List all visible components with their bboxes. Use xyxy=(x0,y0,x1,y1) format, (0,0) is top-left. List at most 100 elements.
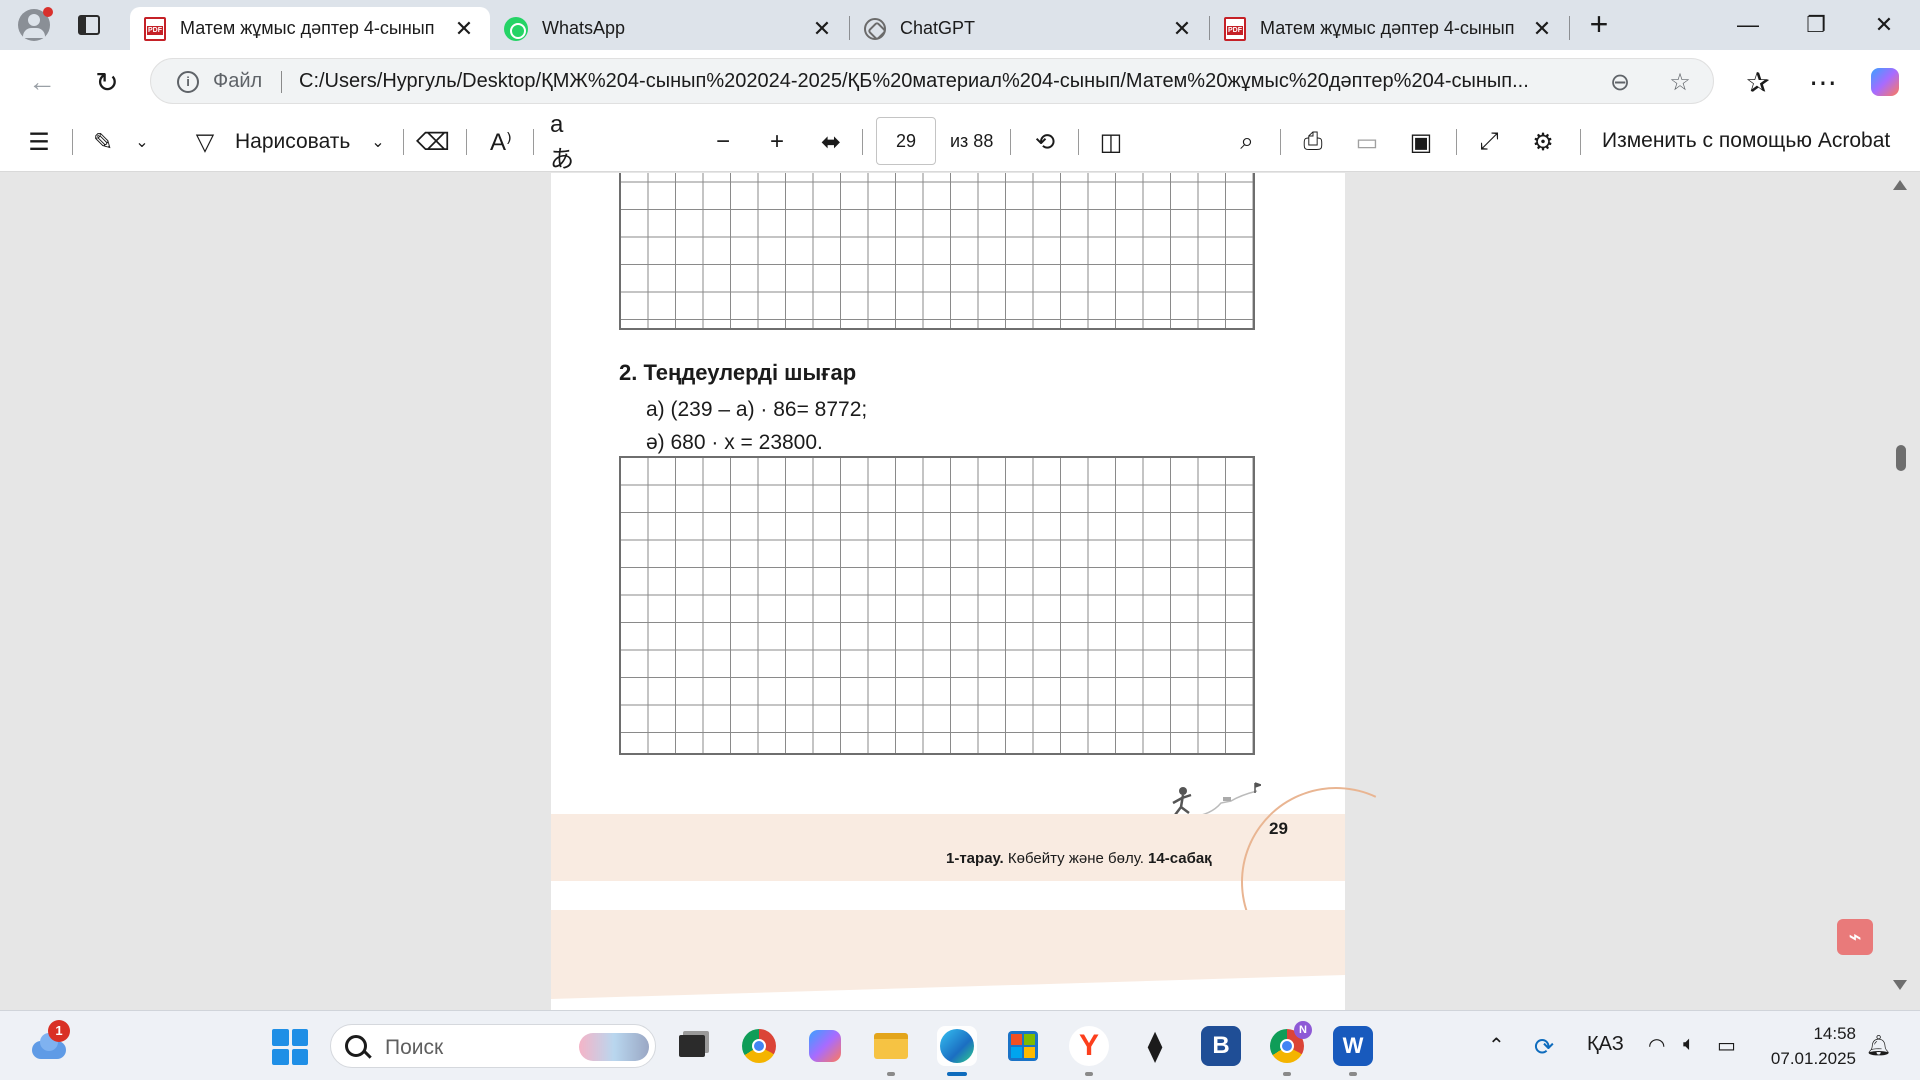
dropbox-icon[interactable]: ⧫ xyxy=(1135,1026,1175,1066)
more-options-icon[interactable]: ⋯ xyxy=(1806,65,1840,99)
microsoft-store-icon[interactable] xyxy=(1003,1026,1043,1066)
refresh-icon[interactable]: ↻ xyxy=(90,65,124,99)
settings-gear-icon[interactable]: ⚙ xyxy=(1528,125,1558,159)
pdf-icon: PDF xyxy=(144,16,166,41)
bilimland-icon[interactable]: B xyxy=(1201,1026,1241,1066)
edit-with-acrobat-button[interactable]: Изменить с помощью Acrobat xyxy=(1602,129,1890,153)
page-number-input[interactable]: 29 xyxy=(876,117,936,165)
language-indicator[interactable]: ҚАЗ xyxy=(1587,1033,1624,1056)
running-indicator xyxy=(1085,1072,1093,1076)
notification-dot xyxy=(43,7,53,17)
draw-icon[interactable]: ▽ xyxy=(190,125,220,159)
fit-width-icon[interactable]: ⬌ xyxy=(816,125,846,159)
tab-separator xyxy=(1569,16,1570,40)
address-bar[interactable]: i Файл C:/Users/Нургуль/Desktop/ҚМЖ%204-… xyxy=(150,58,1714,104)
zoom-in-icon[interactable]: + xyxy=(762,125,792,159)
chrome-icon[interactable] xyxy=(739,1026,779,1066)
notification-bell-icon[interactable]: 🔔︎ xyxy=(1866,1033,1891,1058)
rotate-icon[interactable]: ⟲ xyxy=(1030,125,1060,159)
tab-chatgpt[interactable]: ChatGPT ✕ xyxy=(850,7,1208,50)
wifi-icon[interactable]: ◠ xyxy=(1648,1033,1665,1058)
favorite-star-icon[interactable]: ☆ xyxy=(1665,67,1695,97)
read-aloud-icon[interactable]: A⁾ xyxy=(484,125,518,159)
tray-chevron-up-icon[interactable]: ⌃ xyxy=(1488,1033,1505,1058)
url-text[interactable]: C:/Users/Нургуль/Desktop/ҚМЖ%204-сынып%2… xyxy=(299,70,1529,93)
scroll-up-icon[interactable] xyxy=(1893,180,1907,190)
address-separator xyxy=(281,71,282,93)
footer-topic: Көбейту және бөлу. xyxy=(1007,850,1144,867)
toolbar-separator xyxy=(533,129,534,155)
footer-lesson: 14-сабақ xyxy=(1148,850,1212,867)
tab-pdf-2[interactable]: PDF Матем жұмыс дәптер 4-сынып ✕ xyxy=(1210,7,1568,50)
scrollbar-thumb[interactable] xyxy=(1896,445,1906,471)
page-footer-text: 1-тарау. Көбейту және бөлу. 14-сабақ xyxy=(946,850,1212,867)
system-clock[interactable]: 14:58 07.01.2025 xyxy=(1766,1021,1856,1071)
pdf-toolbar: ☰ ✎ ⌄ ▽ Нарисовать ⌄ ⌫ A⁾ aあ − + ⬌ 29 из… xyxy=(0,111,1920,173)
windows-taskbar: 1 Поиск Y ⧫ B N W ⌃ ⟳ ҚАЗ ◠ 🔈︎ ▭ 14:58 0… xyxy=(0,1010,1920,1080)
eraser-icon[interactable]: ⌫ xyxy=(416,125,450,159)
start-icon[interactable] xyxy=(272,1029,308,1065)
sync-icon[interactable]: ⟳ xyxy=(1534,1033,1554,1062)
restore-icon[interactable]: ❐ xyxy=(1793,10,1839,40)
scroll-down-icon[interactable] xyxy=(1893,980,1907,990)
toolbar-separator xyxy=(1580,129,1581,155)
whatsapp-icon xyxy=(504,16,528,41)
close-window-icon[interactable]: ✕ xyxy=(1861,10,1907,40)
page-view-icon[interactable]: ◫ xyxy=(1096,125,1126,159)
footer-part: 1-тарау. xyxy=(946,850,1004,867)
toolbar-separator xyxy=(1078,129,1079,155)
toolbar-separator xyxy=(72,129,73,155)
page-footer-band xyxy=(551,814,1345,881)
taskbar-search[interactable]: Поиск xyxy=(330,1024,656,1068)
tab-actions-icon[interactable] xyxy=(78,15,100,35)
word-icon[interactable]: W xyxy=(1333,1026,1373,1066)
chevron-down-icon[interactable]: ⌄ xyxy=(132,125,152,159)
close-tab-icon[interactable]: ✕ xyxy=(452,16,476,41)
grid-area-bottom xyxy=(619,456,1255,755)
zoom-icon[interactable]: ⊖ xyxy=(1605,67,1635,97)
edge-icon[interactable] xyxy=(937,1026,977,1066)
task-view-icon[interactable] xyxy=(672,1026,712,1066)
close-tab-icon[interactable]: ✕ xyxy=(810,16,834,41)
copilot-app-icon[interactable] xyxy=(805,1026,845,1066)
tab-whatsapp[interactable]: WhatsApp ✕ xyxy=(490,7,848,50)
print-icon[interactable]: ⎙ xyxy=(1298,125,1328,159)
back-icon[interactable]: ← xyxy=(25,65,59,99)
chrome-profile-icon[interactable]: N xyxy=(1267,1021,1312,1066)
copilot-icon[interactable] xyxy=(1868,65,1902,99)
volume-icon[interactable]: 🔈︎ xyxy=(1683,1033,1695,1056)
translate-icon[interactable]: aあ xyxy=(550,111,584,173)
tab-label: Матем жұмыс дәптер 4-сынып xyxy=(180,18,435,38)
task-title: 2. Теңдеулерді шығар xyxy=(619,360,857,385)
tab-pdf-1[interactable]: PDF Матем жұмыс дәптер 4-сынып ✕ xyxy=(130,7,490,50)
battery-icon[interactable]: ▭ xyxy=(1717,1033,1736,1058)
draw-button[interactable]: Нарисовать xyxy=(235,125,350,159)
profile-avatar-icon[interactable] xyxy=(18,7,53,41)
yandex-browser-icon[interactable]: Y xyxy=(1069,1026,1109,1066)
close-tab-icon[interactable]: ✕ xyxy=(1170,16,1194,41)
acrobat-icon[interactable]: ⌁ xyxy=(1837,919,1873,955)
close-tab-icon[interactable]: ✕ xyxy=(1530,16,1554,41)
minimize-icon[interactable]: — xyxy=(1725,10,1771,40)
fullscreen-icon[interactable]: ⤢ xyxy=(1474,125,1504,159)
new-tab-icon[interactable]: + xyxy=(1583,8,1615,41)
equation-a: а) (239 – a) · 86= 8772; xyxy=(646,398,868,421)
contents-icon[interactable]: ☰ xyxy=(24,125,54,159)
pdf-viewport[interactable]: 2. Теңдеулерді шығар а) (239 – a) · 86= … xyxy=(0,173,1920,1010)
highlight-icon[interactable]: ✎ xyxy=(88,125,118,159)
favorites-icon[interactable]: ✰ xyxy=(1741,65,1775,99)
zoom-out-icon[interactable]: − xyxy=(708,125,738,159)
toolbar-separator xyxy=(403,129,404,155)
file-scheme-label: Файл xyxy=(213,70,263,92)
search-icon[interactable]: ⌕ xyxy=(1232,125,1262,159)
clock-date: 07.01.2025 xyxy=(1770,1049,1856,1068)
grid-area-top xyxy=(619,173,1255,330)
navigation-bar: ← ↻ i Файл C:/Users/Нургуль/Desktop/ҚМЖ%… xyxy=(0,50,1920,112)
total-pages-label: из 88 xyxy=(950,131,994,151)
save-as-icon[interactable]: ▣ xyxy=(1406,125,1436,159)
chevron-down-icon[interactable]: ⌄ xyxy=(368,125,388,159)
site-info-icon[interactable]: i xyxy=(177,71,199,93)
clock-time: 14:58 xyxy=(1813,1024,1856,1043)
save-icon[interactable]: ▭ xyxy=(1352,125,1382,159)
file-explorer-icon[interactable] xyxy=(871,1026,911,1066)
